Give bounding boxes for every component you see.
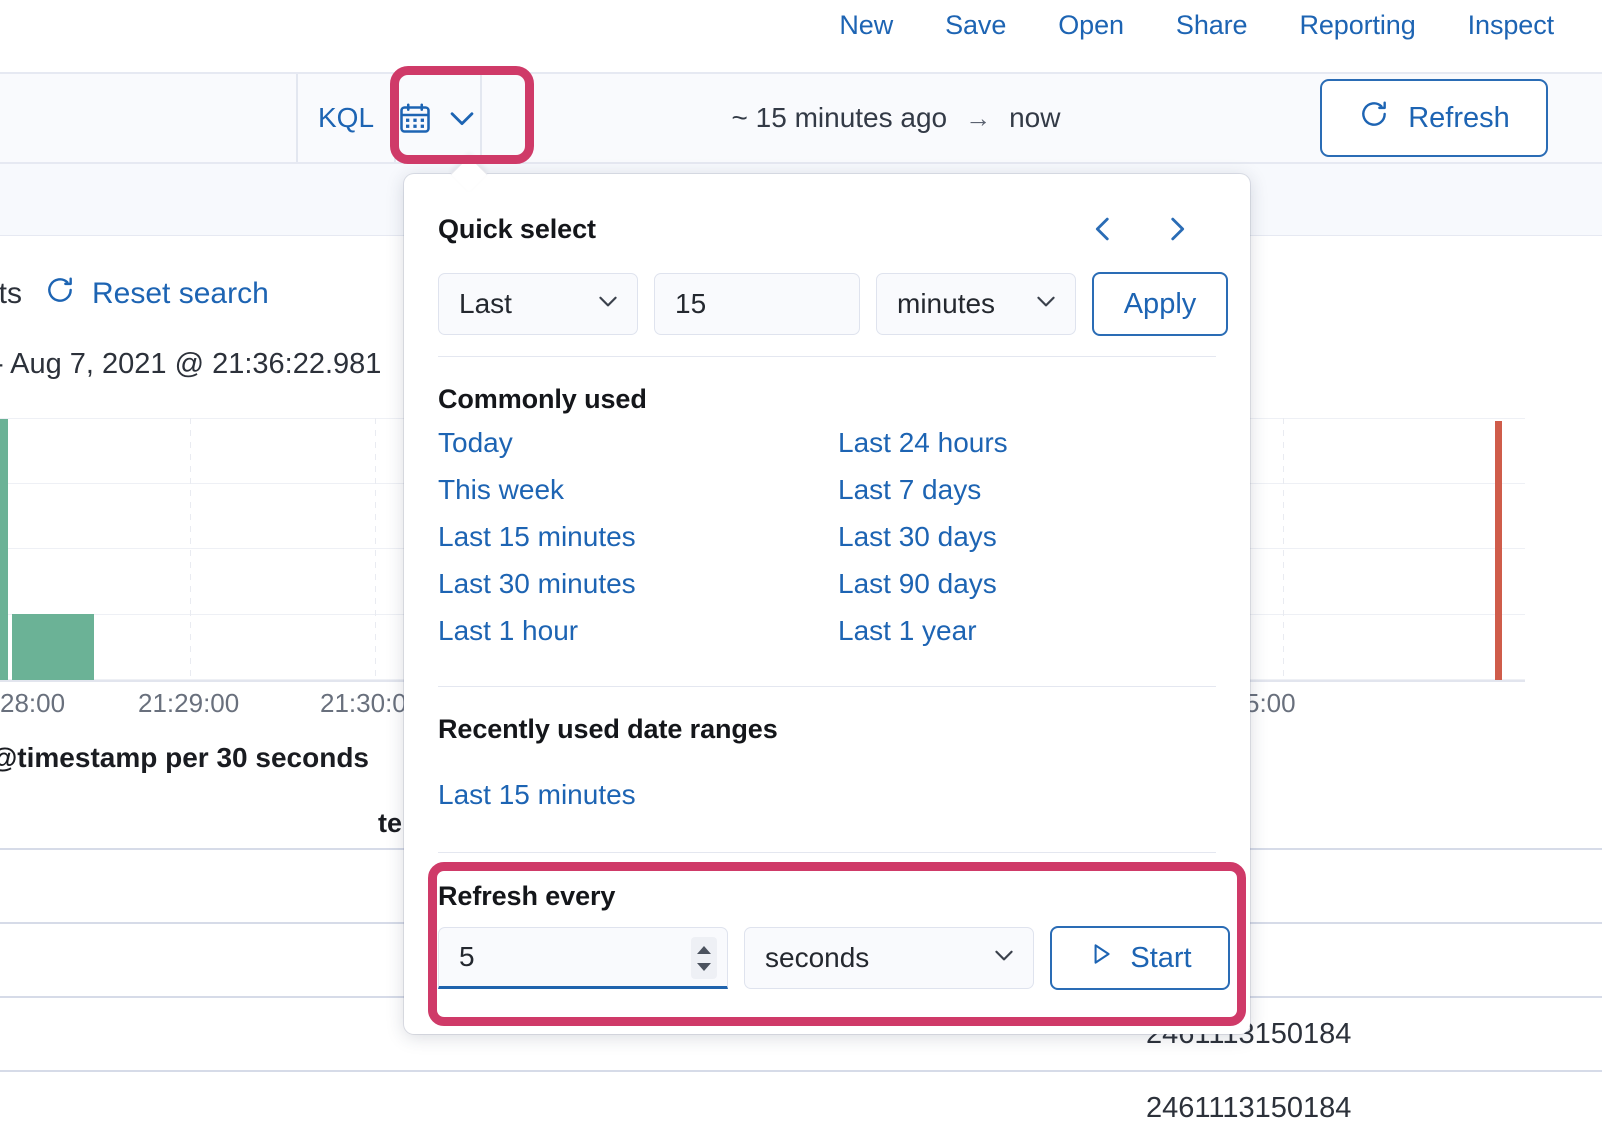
commonly-used-item-last-24-hours[interactable]: Last 24 hours <box>838 426 1008 460</box>
x-axis-tick-label: 21:29:00 <box>138 688 240 718</box>
play-icon <box>1088 941 1114 975</box>
quick-select-nav <box>1086 212 1216 246</box>
chevron-left-icon[interactable] <box>1086 212 1120 246</box>
refresh-button-label: Refresh <box>1408 101 1510 134</box>
commonly-used-title: Commonly used <box>438 384 647 414</box>
refresh-unit-select[interactable]: seconds <box>744 927 1034 989</box>
nav-item-inspect[interactable]: Inspect <box>1442 10 1580 40</box>
date-range-arrow-icon: → <box>965 102 992 133</box>
quick-select-amount-value: 15 <box>675 288 707 319</box>
divider <box>438 852 1216 853</box>
divider <box>438 686 1216 687</box>
commonly-used-item-last-90-days[interactable]: Last 90 days <box>838 567 997 601</box>
chevron-down-icon <box>991 942 1017 975</box>
refresh-start-button[interactable]: Start <box>1050 926 1230 990</box>
chevron-right-icon[interactable] <box>1160 212 1194 246</box>
refresh-every-controls: 5 seconds Start <box>438 926 1230 990</box>
chevron-down-icon <box>1033 288 1059 321</box>
quick-select-direction-select[interactable]: Last <box>438 273 638 335</box>
nav-item-open[interactable]: Open <box>1032 10 1150 40</box>
recently-used-item-last-15-minutes[interactable]: Last 15 minutes <box>438 779 636 811</box>
gridline-vertical <box>190 418 191 680</box>
quick-select-header: Quick select <box>438 212 1216 246</box>
query-language-button[interactable]: KQL <box>298 74 394 162</box>
refresh-unit-value: seconds <box>765 942 870 973</box>
app-root: New Save Open Share Reporting Inspect KQ… <box>0 0 1602 1126</box>
quick-select-unit-value: minutes <box>897 288 996 319</box>
refresh-interval-value: 5 <box>459 941 475 972</box>
number-stepper-arrows[interactable] <box>691 937 717 979</box>
commonly-used-item-last-1-year[interactable]: Last 1 year <box>838 614 977 648</box>
chart-subtitle: @timestamp per 30 seconds <box>0 742 369 773</box>
query-and-time-bar: KQL ~ 15 minutes ago → now Refresh <box>0 72 1602 164</box>
date-range-display[interactable]: ~ 15 minutes ago → now <box>482 74 1310 162</box>
histogram-bar[interactable] <box>0 419 8 680</box>
table-header-row: te <box>378 808 402 839</box>
nav-item-reporting[interactable]: Reporting <box>1273 10 1441 40</box>
gridline-vertical <box>1283 418 1284 680</box>
hits-count-label: its <box>0 277 22 310</box>
commonly-used-item-last-30-days[interactable]: Last 30 days <box>838 520 997 554</box>
divider <box>438 356 1216 357</box>
quick-select-apply-button[interactable]: Apply <box>1092 272 1228 336</box>
commonly-used-item-last-1-hour[interactable]: Last 1 hour <box>438 614 578 648</box>
gridline-vertical <box>375 418 376 680</box>
commonly-used-item-last-30-minutes[interactable]: Last 30 minutes <box>438 567 636 601</box>
quick-select-amount-input[interactable]: 15 <box>654 273 860 335</box>
refresh-every-title: Refresh every <box>438 881 616 911</box>
date-picker-quick-menu-button[interactable] <box>394 74 482 162</box>
nav-item-save[interactable]: Save <box>919 10 1032 40</box>
refresh-icon <box>1358 98 1390 138</box>
nav-item-share[interactable]: Share <box>1150 10 1274 40</box>
date-range-end[interactable]: now <box>1009 102 1060 134</box>
x-axis-tick-label: 5:00 <box>1245 688 1296 718</box>
date-range-start[interactable]: ~ 15 minutes ago <box>732 102 948 134</box>
chevron-down-icon <box>595 288 621 321</box>
commonly-used-item-today[interactable]: Today <box>438 426 513 460</box>
refresh-zone: Refresh <box>1310 74 1602 162</box>
refresh-interval-input[interactable]: 5 <box>438 927 728 989</box>
quick-select-title: Quick select <box>438 213 596 244</box>
recently-used-title: Recently used date ranges <box>438 714 778 744</box>
quick-select-unit-select[interactable]: minutes <box>876 273 1076 335</box>
x-axis-tick-label: 28:00 <box>0 688 66 718</box>
calendar-icon <box>397 100 433 136</box>
table-cell-value: 2461113150184 <box>1146 1092 1352 1124</box>
refresh-button[interactable]: Refresh <box>1320 79 1548 157</box>
table-column-header-time: te <box>378 808 403 838</box>
now-time-marker <box>1495 421 1502 680</box>
histogram-bar[interactable] <box>12 614 94 680</box>
reset-search-button[interactable]: Reset search <box>44 274 269 314</box>
refresh-start-label: Start <box>1130 941 1192 974</box>
search-input[interactable] <box>0 74 298 162</box>
hits-row: its Reset search <box>0 268 420 320</box>
super-date-picker-popover: Quick select Last 15 minutes Apply Commo… <box>404 155 1250 1034</box>
nav-item-new[interactable]: New <box>813 10 919 40</box>
quick-select-direction-value: Last <box>459 288 512 319</box>
commonly-used-list: Today Last 24 hours This week Last 7 day… <box>438 426 1220 648</box>
commonly-used-item-this-week[interactable]: This week <box>438 473 564 507</box>
commonly-used-item-last-7-days[interactable]: Last 7 days <box>838 473 981 507</box>
commonly-used-item-last-15-minutes[interactable]: Last 15 minutes <box>438 520 636 554</box>
chevron-down-icon <box>445 101 479 135</box>
reset-search-label: Reset search <box>92 277 269 310</box>
quick-select-controls: Last 15 minutes Apply <box>438 272 1228 336</box>
popover-content: Quick select Last 15 minutes Apply Commo… <box>404 174 1250 1034</box>
top-navigation-bar: New Save Open Share Reporting Inspect <box>0 0 1602 50</box>
table-row[interactable]: 2461113150184 <box>0 1070 1602 1126</box>
time-range-caption: - Aug 7, 2021 @ 21:36:22.981 <box>0 348 382 380</box>
refresh-icon <box>44 274 76 314</box>
